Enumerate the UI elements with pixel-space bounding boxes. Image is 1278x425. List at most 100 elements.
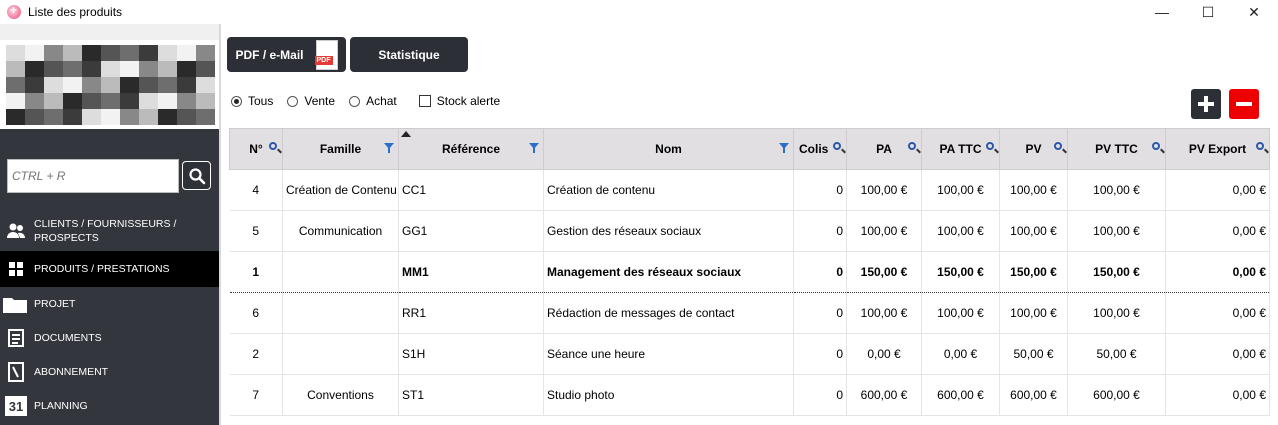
table-row[interactable]: 7 Conventions ST1 Studio photo 0 600,00 … bbox=[229, 374, 1270, 416]
stock-alerte-label[interactable]: Stock alerte bbox=[437, 94, 500, 108]
sidebar: CLIENTS / FOURNISSEURS / PROSPECTS PRODUI… bbox=[0, 24, 219, 425]
col-header-pa[interactable]: PA bbox=[846, 128, 922, 170]
search-button[interactable] bbox=[182, 161, 211, 190]
cell-pv-ttc: 600,00 € bbox=[1067, 374, 1166, 416]
table-row-selected[interactable]: 1 MM1 Management des réseaux sociaux 0 1… bbox=[229, 251, 1270, 293]
cell-pa: 100,00 € bbox=[846, 169, 922, 211]
col-header-pa-label: PA bbox=[876, 142, 892, 156]
nav-item-abonnement[interactable]: ABONNEMENT bbox=[0, 355, 219, 389]
search-column-icon[interactable] bbox=[908, 142, 916, 150]
filter-column-icon[interactable] bbox=[384, 143, 394, 153]
cell-reference: S1H bbox=[398, 333, 544, 375]
search-column-icon[interactable] bbox=[986, 142, 994, 150]
search-column-icon[interactable] bbox=[1152, 142, 1160, 150]
cell-pv-export: 0,00 € bbox=[1165, 374, 1270, 416]
radio-tous-label[interactable]: Tous bbox=[248, 94, 273, 108]
nav-item-clients[interactable]: CLIENTS / FOURNISSEURS / PROSPECTS bbox=[0, 213, 219, 249]
table-row[interactable]: 4 Création de Contenu CC1 Création de co… bbox=[229, 169, 1270, 211]
table-row[interactable]: 6 RR1 Rédaction de messages de contact 0… bbox=[229, 292, 1270, 334]
radio-tous[interactable] bbox=[231, 95, 242, 107]
col-header-famille[interactable]: Famille bbox=[282, 128, 399, 170]
calendar-icon: 31 bbox=[5, 396, 27, 416]
cell-n: 6 bbox=[229, 292, 283, 334]
col-header-pv-export[interactable]: PV Export bbox=[1165, 128, 1270, 170]
col-header-pv-ttc[interactable]: PV TTC bbox=[1067, 128, 1166, 170]
radio-vente[interactable] bbox=[287, 95, 299, 107]
filter-column-icon[interactable] bbox=[779, 143, 789, 153]
cell-pv-ttc: 100,00 € bbox=[1067, 210, 1166, 252]
filter-bar: Tous Vente Achat Stock alerte bbox=[231, 94, 500, 108]
col-header-pv-export-label: PV Export bbox=[1188, 142, 1247, 156]
col-header-pv[interactable]: PV bbox=[999, 128, 1068, 170]
cell-pa-ttc: 600,00 € bbox=[921, 374, 1000, 416]
cell-n: 1 bbox=[229, 251, 283, 293]
nav-item-produits[interactable]: PRODUITS / PRESTATIONS bbox=[0, 251, 219, 287]
cell-reference: ST1 bbox=[398, 374, 544, 416]
col-header-reference[interactable]: Référence bbox=[398, 128, 544, 170]
app-icon bbox=[7, 3, 21, 19]
statistique-button[interactable]: Statistique bbox=[350, 37, 468, 72]
cell-pv-ttc: 100,00 € bbox=[1067, 292, 1166, 334]
cell-pv: 50,00 € bbox=[999, 333, 1068, 375]
statistique-label: Statistique bbox=[378, 47, 440, 62]
cell-pv-export: 0,00 € bbox=[1165, 169, 1270, 211]
cell-famille: Conventions bbox=[282, 374, 399, 416]
search-input[interactable] bbox=[7, 159, 179, 193]
cell-famille: Communication bbox=[282, 210, 399, 252]
table-row[interactable]: 2 S1H Séance une heure 0 0,00 € 0,00 € 5… bbox=[229, 333, 1270, 375]
nav-label-planning: PLANNING bbox=[34, 400, 88, 412]
cell-pv-export: 0,00 € bbox=[1165, 210, 1270, 252]
nav-item-documents[interactable]: DOCUMENTS bbox=[0, 321, 219, 355]
cell-colis: 0 bbox=[793, 292, 847, 334]
minimize-button[interactable]: — bbox=[1139, 0, 1185, 24]
col-header-colis[interactable]: Colis bbox=[793, 128, 847, 170]
cell-pa-ttc: 100,00 € bbox=[921, 292, 1000, 334]
cell-pa: 150,00 € bbox=[846, 251, 922, 293]
cell-n: 5 bbox=[229, 210, 283, 252]
radio-vente-label[interactable]: Vente bbox=[304, 94, 335, 108]
col-header-pa-ttc[interactable]: PA TTC bbox=[921, 128, 1000, 170]
cell-pa: 100,00 € bbox=[846, 292, 922, 334]
plus-icon bbox=[1198, 96, 1214, 112]
add-button[interactable] bbox=[1191, 89, 1221, 119]
nav-label-documents: DOCUMENTS bbox=[34, 332, 102, 344]
maximize-button[interactable]: ☐ bbox=[1185, 0, 1231, 24]
col-header-reference-label: Référence bbox=[441, 142, 501, 156]
company-logo bbox=[0, 40, 219, 130]
pdf-email-label: PDF / e-Mail bbox=[235, 47, 304, 62]
nav-item-planning[interactable]: 31 PLANNING bbox=[0, 389, 219, 423]
col-header-nom[interactable]: Nom bbox=[543, 128, 794, 170]
pdf-icon: PDF bbox=[314, 39, 338, 70]
table-row[interactable]: 5 Communication GG1 Gestion des réseaux … bbox=[229, 210, 1270, 252]
col-header-n[interactable]: N° bbox=[229, 128, 283, 170]
cell-colis: 0 bbox=[793, 169, 847, 211]
grid-icon bbox=[5, 258, 27, 280]
folder-icon bbox=[2, 293, 28, 315]
nav-label-clients-2: PROSPECTS bbox=[34, 232, 99, 244]
radio-achat[interactable] bbox=[349, 95, 361, 107]
cell-pv: 100,00 € bbox=[999, 292, 1068, 334]
calendar-icon-day: 31 bbox=[8, 398, 24, 414]
close-button[interactable]: ✕ bbox=[1231, 0, 1277, 24]
stock-alerte-checkbox[interactable] bbox=[418, 95, 431, 107]
search-column-icon[interactable] bbox=[833, 142, 841, 150]
cell-n: 2 bbox=[229, 333, 283, 375]
cell-pv: 600,00 € bbox=[999, 374, 1068, 416]
pdf-email-button[interactable]: PDF / e-Mail PDF bbox=[227, 37, 346, 72]
delete-button[interactable] bbox=[1229, 89, 1259, 119]
nav-item-projet[interactable]: PROJET bbox=[0, 287, 219, 321]
search-column-icon[interactable] bbox=[1256, 142, 1264, 150]
radio-achat-label[interactable]: Achat bbox=[366, 94, 397, 108]
search-column-icon[interactable] bbox=[269, 142, 277, 150]
cell-pv: 100,00 € bbox=[999, 210, 1068, 252]
search-column-icon[interactable] bbox=[1054, 142, 1062, 150]
col-header-colis-label: Colis bbox=[799, 142, 829, 156]
cell-colis: 0 bbox=[793, 333, 847, 375]
cell-n: 4 bbox=[229, 169, 283, 211]
filter-column-icon[interactable] bbox=[529, 143, 539, 153]
cell-reference: CC1 bbox=[398, 169, 544, 211]
main-panel: PDF / e-Mail PDF Statistique Tous Vente … bbox=[219, 24, 1278, 425]
cell-colis: 0 bbox=[793, 374, 847, 416]
cell-pa: 600,00 € bbox=[846, 374, 922, 416]
cell-pv-export: 0,00 € bbox=[1165, 292, 1270, 334]
